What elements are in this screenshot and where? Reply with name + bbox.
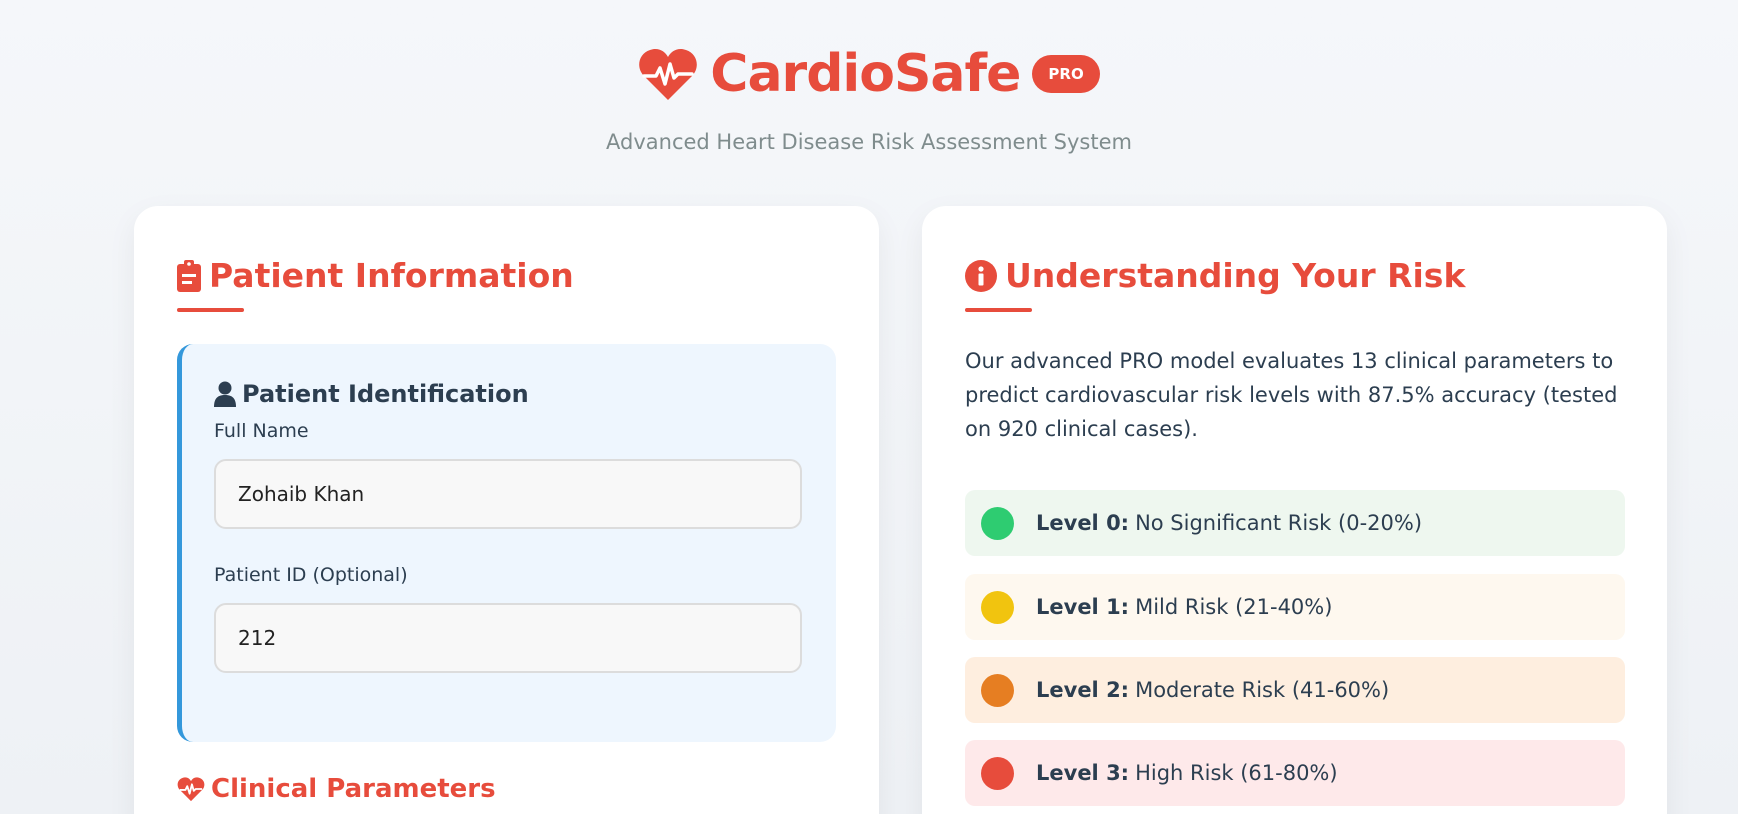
risk-level-2: Level 2: Moderate Risk (41-60%)	[965, 657, 1625, 723]
patient-information-title: Patient Information	[209, 256, 574, 295]
risk-level-1: Level 1: Mild Risk (21-40%)	[965, 574, 1625, 640]
pro-badge: PRO	[1032, 55, 1100, 93]
risk-level-text: High Risk (61-80%)	[1135, 761, 1338, 785]
heartbeat-icon	[639, 48, 698, 100]
risk-heading: Understanding Your Risk	[965, 256, 1465, 295]
risk-explanation-card: Understanding Your Risk Our advanced PRO…	[922, 206, 1667, 814]
clinical-parameters-title: Clinical Parameters	[211, 774, 496, 804]
yellow-dot-icon	[981, 590, 1014, 624]
patient-information-card: Patient Information Patient Identificati…	[134, 206, 879, 814]
info-icon	[965, 259, 997, 292]
patient-id-input[interactable]	[214, 603, 802, 673]
risk-level-0: Level 0: No Significant Risk (0-20%)	[965, 490, 1625, 556]
orange-dot-icon	[981, 673, 1014, 707]
user-icon	[214, 381, 236, 407]
clipboard-icon	[177, 259, 201, 292]
clinical-parameters-heading: Clinical Parameters	[177, 774, 496, 804]
green-dot-icon	[981, 506, 1014, 540]
page-subtitle: Advanced Heart Disease Risk Assessment S…	[606, 130, 1132, 154]
app-header: CardioSafe PRO	[0, 44, 1738, 104]
full-name-input[interactable]	[214, 459, 802, 529]
risk-level-label: Level 0:	[1036, 511, 1130, 535]
patient-identification-heading: Patient Identification	[214, 380, 529, 408]
red-dot-icon	[981, 756, 1014, 790]
full-name-label: Full Name	[214, 420, 309, 442]
patient-identification-title: Patient Identification	[242, 380, 529, 408]
risk-level-3: Level 3: High Risk (61-80%)	[965, 740, 1625, 806]
risk-level-text: Moderate Risk (41-60%)	[1135, 678, 1390, 702]
brand-name: CardioSafe	[710, 44, 1021, 104]
title-underline	[177, 308, 244, 312]
patient-information-heading: Patient Information	[177, 256, 574, 295]
risk-description: Our advanced PRO model evaluates 13 clin…	[965, 349, 1618, 441]
risk-level-text: Mild Risk (21-40%)	[1135, 595, 1333, 619]
patient-identification-section: Patient Identification Full Name Patient…	[177, 344, 836, 742]
risk-level-label: Level 1:	[1036, 595, 1130, 619]
risk-level-label: Level 2:	[1036, 678, 1130, 702]
risk-level-text: No Significant Risk (0-20%)	[1135, 511, 1423, 535]
heartbeat-icon	[177, 777, 205, 802]
patient-id-label: Patient ID (Optional)	[214, 564, 408, 586]
risk-title: Understanding Your Risk	[1005, 256, 1466, 295]
risk-level-label: Level 3:	[1036, 761, 1130, 785]
title-underline	[965, 308, 1032, 312]
